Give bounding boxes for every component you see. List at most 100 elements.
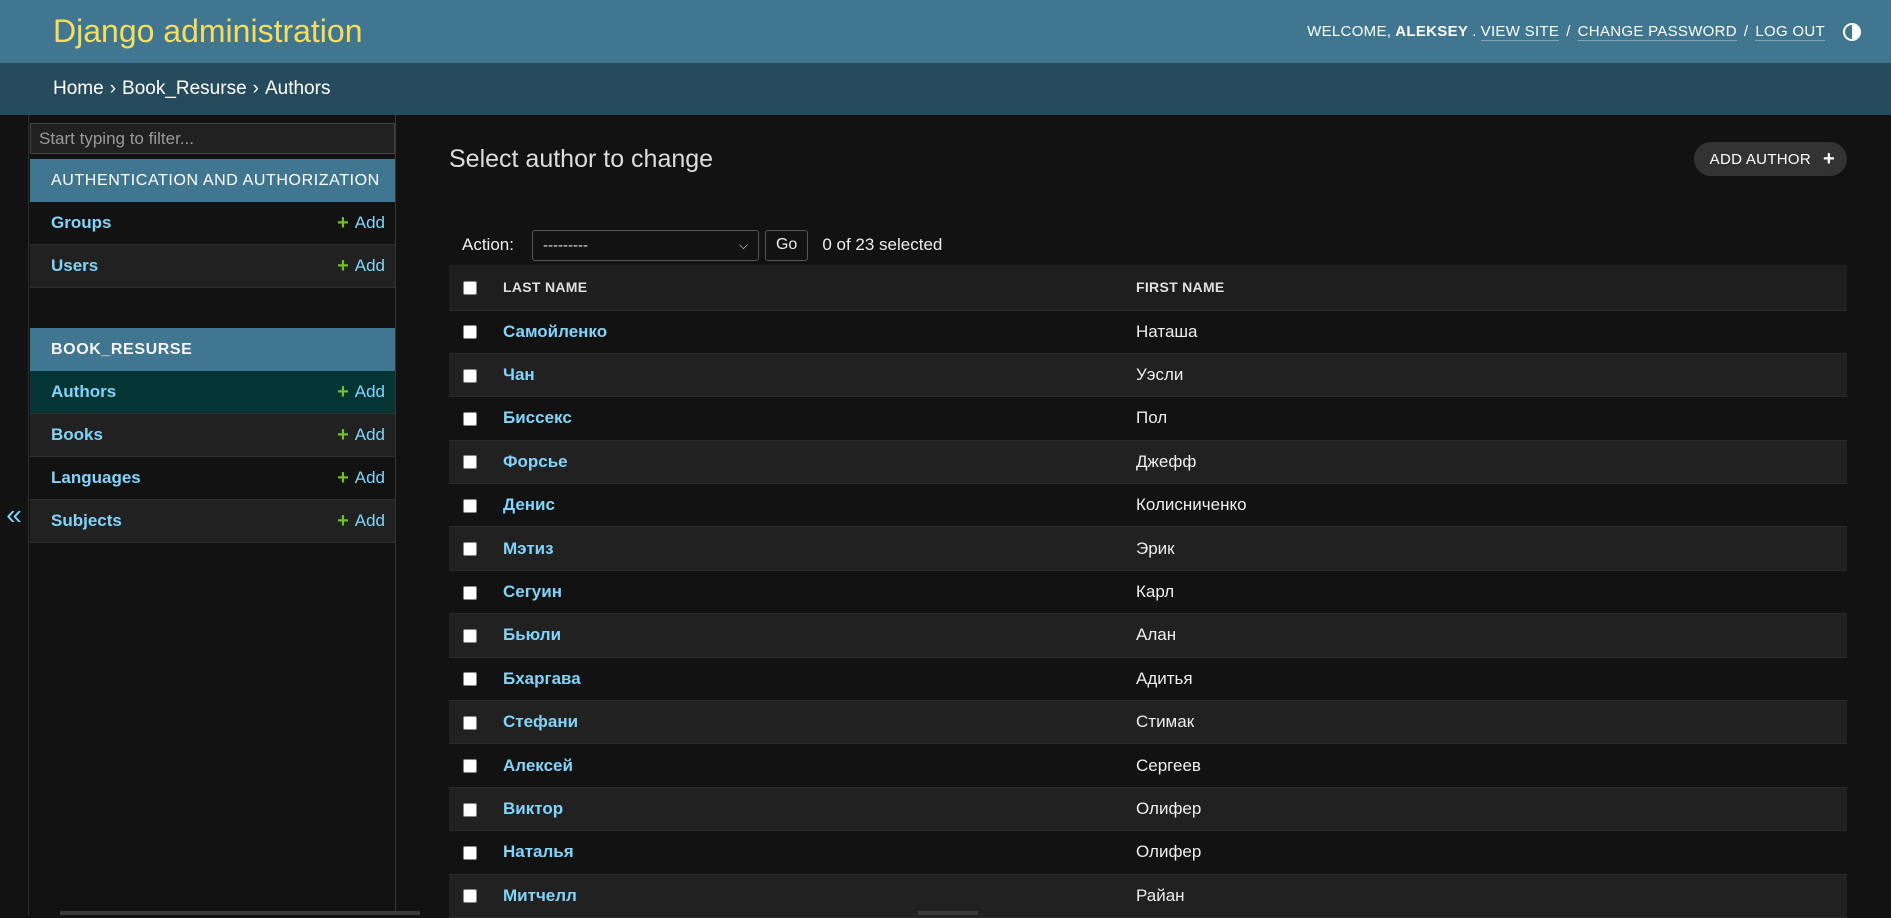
main-content: Select author to change ADD AUTHOR + Act… <box>449 115 1847 915</box>
add-users-link[interactable]: +Add <box>337 256 385 276</box>
actions-bar: Action: --------- ⌵ Go 0 of 23 selected <box>449 219 1847 271</box>
add-authors-link[interactable]: + Add <box>337 382 385 402</box>
plus-icon: + <box>337 382 349 402</box>
sidebar-link-subjects[interactable]: Subjects <box>51 511 122 531</box>
table-row: Форсье Джефф <box>449 440 1847 483</box>
sidebar-item-users: Users +Add <box>30 245 395 288</box>
add-author-button[interactable]: ADD AUTHOR + <box>1694 142 1847 176</box>
nav-sidebar: AUTHENTICATION AND AUTHORIZATION Groups … <box>29 115 396 915</box>
table-row: Сегуин Карл <box>449 570 1847 613</box>
result-table: LAST NAME FIRST NAME Самойленко Наташа Ч… <box>449 265 1847 918</box>
site-header: Django administration WELCOME, ALEKSEY. … <box>0 0 1891 63</box>
row-checkbox[interactable] <box>463 586 477 600</box>
author-link[interactable]: Форсье <box>503 452 568 471</box>
row-checkbox[interactable] <box>463 542 477 556</box>
row-checkbox[interactable] <box>463 889 477 903</box>
first-name: Олифер <box>1136 799 1201 818</box>
row-checkbox[interactable] <box>463 629 477 643</box>
nav-filter-input[interactable] <box>30 123 395 154</box>
sidebar-item-languages: Languages +Add <box>30 457 395 500</box>
action-select-value: --------- <box>543 237 588 254</box>
table-row: Бьюли Алан <box>449 614 1847 657</box>
app-caption-book-resurse[interactable]: BOOK_RESURSE <box>30 328 395 371</box>
add-subjects-link[interactable]: +Add <box>337 511 385 531</box>
author-link[interactable]: Мэтиз <box>503 539 554 558</box>
sidebar-link-languages[interactable]: Languages <box>51 468 141 488</box>
content-scrollbar[interactable] <box>918 911 978 915</box>
add-languages-link[interactable]: +Add <box>337 468 385 488</box>
sidebar-item-groups: Groups +Add <box>30 202 395 245</box>
site-branding[interactable]: Django administration <box>53 13 363 50</box>
welcome-text: WELCOME, <box>1307 23 1391 40</box>
column-header-first-name[interactable]: FIRST NAME <box>1136 265 1847 310</box>
table-header-row: LAST NAME FIRST NAME <box>449 265 1847 310</box>
plus-icon: + <box>337 468 349 488</box>
breadcrumb-home[interactable]: Home <box>53 78 104 100</box>
collapse-sidebar-button[interactable]: « <box>0 115 29 915</box>
row-checkbox[interactable] <box>463 455 477 469</box>
log-out-link[interactable]: LOG OUT <box>1755 23 1825 41</box>
sidebar-link-groups[interactable]: Groups <box>51 213 111 233</box>
column-header-last-name[interactable]: LAST NAME <box>493 265 1136 310</box>
row-checkbox[interactable] <box>463 759 477 773</box>
row-checkbox[interactable] <box>463 846 477 860</box>
row-checkbox[interactable] <box>463 499 477 513</box>
row-checkbox[interactable] <box>463 803 477 817</box>
double-chevron-left-icon: « <box>6 499 22 531</box>
table-row: Чан Уэсли <box>449 353 1847 396</box>
plus-icon: + <box>1823 149 1835 169</box>
table-row: Наталья Олифер <box>449 831 1847 874</box>
sidebar-link-users[interactable]: Users <box>51 256 98 276</box>
plus-icon: + <box>337 425 349 445</box>
add-books-link[interactable]: +Add <box>337 425 385 445</box>
add-label: Add <box>355 213 385 233</box>
first-name: Джефф <box>1136 452 1196 471</box>
separator: / <box>1741 23 1751 40</box>
breadcrumb-app[interactable]: Book_Resurse <box>122 78 247 100</box>
add-label: Add <box>355 382 385 402</box>
row-checkbox[interactable] <box>463 672 477 686</box>
first-name: Уэсли <box>1136 365 1183 384</box>
theme-toggle-icon[interactable] <box>1843 23 1861 41</box>
author-link[interactable]: Наталья <box>503 842 574 861</box>
sidebar-item-subjects: Subjects +Add <box>30 500 395 543</box>
author-link[interactable]: Бьюли <box>503 625 561 644</box>
sidebar-link-books[interactable]: Books <box>51 425 103 445</box>
author-link[interactable]: Стефани <box>503 712 578 731</box>
first-name: Карл <box>1136 582 1174 601</box>
author-link[interactable]: Биссекс <box>503 408 572 427</box>
author-link[interactable]: Бхаргава <box>503 669 581 688</box>
author-link[interactable]: Алексей <box>503 756 573 775</box>
selection-counter: 0 of 23 selected <box>822 235 942 255</box>
author-link[interactable]: Денис <box>503 495 555 514</box>
plus-icon: + <box>337 511 349 531</box>
author-link[interactable]: Чан <box>503 365 535 384</box>
author-link[interactable]: Самойленко <box>503 322 607 341</box>
sidebar-link-authors[interactable]: Authors <box>51 382 116 402</box>
select-all-checkbox[interactable] <box>463 281 477 295</box>
go-button[interactable]: Go <box>765 230 808 261</box>
row-checkbox[interactable] <box>463 412 477 426</box>
row-checkbox[interactable] <box>463 716 477 730</box>
sidebar-item-books: Books +Add <box>30 414 395 457</box>
row-checkbox[interactable] <box>463 325 477 339</box>
view-site-link[interactable]: VIEW SITE <box>1481 23 1560 41</box>
table-row: Самойленко Наташа <box>449 310 1847 353</box>
sidebar-scrollbar[interactable] <box>60 911 420 915</box>
first-name: Сергеев <box>1136 756 1201 775</box>
author-link[interactable]: Сегуин <box>503 582 562 601</box>
first-name: Наташа <box>1136 322 1198 341</box>
change-password-link[interactable]: CHANGE PASSWORD <box>1578 23 1737 41</box>
page-title: Select author to change <box>449 145 713 174</box>
action-select[interactable]: --------- ⌵ <box>532 230 759 261</box>
add-groups-link[interactable]: +Add <box>337 213 385 233</box>
author-link[interactable]: Митчелл <box>503 886 577 905</box>
author-link[interactable]: Виктор <box>503 799 563 818</box>
app-caption-auth[interactable]: AUTHENTICATION AND AUTHORIZATION <box>30 159 395 202</box>
row-checkbox[interactable] <box>463 369 477 383</box>
separator: / <box>1563 23 1573 40</box>
first-name: Олифер <box>1136 842 1201 861</box>
add-label: Add <box>355 256 385 276</box>
select-all-cell <box>449 265 493 310</box>
first-name: Колисниченко <box>1136 495 1247 514</box>
